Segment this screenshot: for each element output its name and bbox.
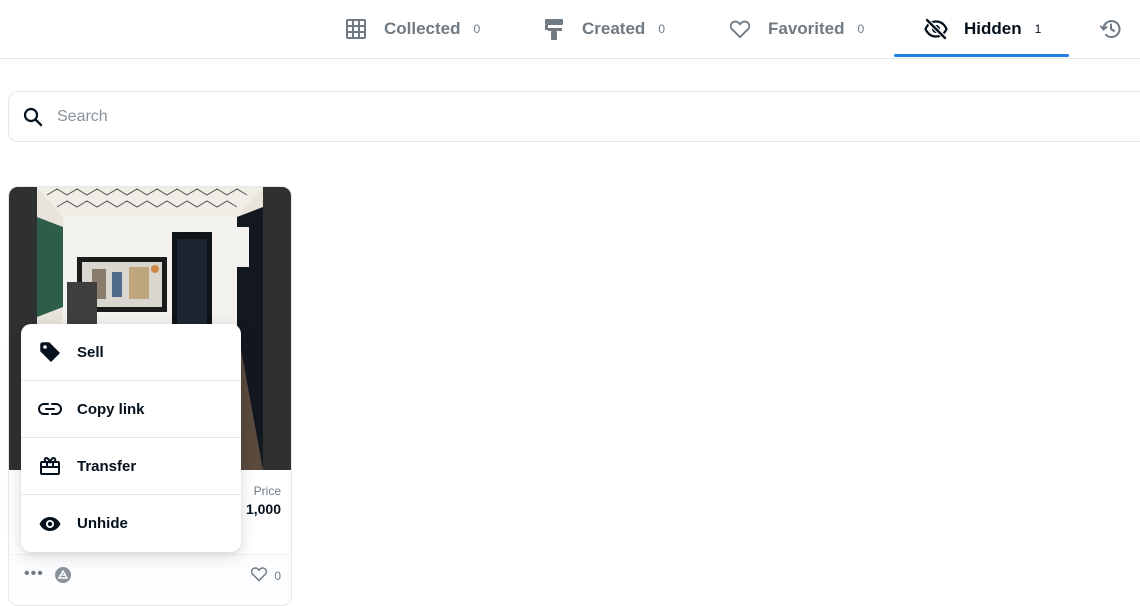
tab-label: Created <box>582 19 646 38</box>
tab-count: 0 <box>857 22 865 36</box>
profile-tabs: Collected 0 Created 0 Favorited 0 Hidden… <box>0 0 1140 59</box>
price-label: Price <box>253 484 281 498</box>
heart-icon <box>728 17 752 41</box>
tab-label: Collected <box>384 19 461 38</box>
eye-icon <box>38 512 62 536</box>
tab-activity[interactable] <box>1099 0 1123 58</box>
eye-off-icon <box>924 17 948 41</box>
gift-icon <box>38 454 62 478</box>
grid-icon <box>344 17 368 41</box>
link-icon <box>38 397 62 421</box>
tab-collected[interactable]: Collected 0 <box>344 0 480 58</box>
tab-created[interactable]: Created 0 <box>542 0 665 58</box>
tab-count: 1 <box>1034 22 1042 36</box>
tab-label: Hidden <box>964 19 1022 38</box>
menu-item-label: Copy link <box>77 400 145 418</box>
tab-count: 0 <box>473 22 481 36</box>
more-options-icon[interactable]: ••• <box>24 565 44 583</box>
tab-count: 0 <box>658 22 665 36</box>
search-bar <box>8 91 1140 142</box>
history-icon <box>1099 17 1123 41</box>
card-footer: ••• 0 <box>9 554 291 594</box>
tag-icon <box>38 340 62 364</box>
menu-item-transfer[interactable]: Transfer <box>21 438 241 495</box>
favorite-count: 0 <box>274 568 281 583</box>
tab-label: Favorited <box>768 19 845 38</box>
card-context-menu: Sell Copy link Transfer Unhide <box>21 324 241 552</box>
search-icon <box>23 106 45 128</box>
heart-icon <box>250 566 268 585</box>
menu-item-label: Sell <box>77 343 104 361</box>
search-input[interactable] <box>57 107 1057 126</box>
brush-icon <box>542 17 566 41</box>
active-tab-indicator <box>894 54 1069 57</box>
menu-item-label: Transfer <box>77 457 137 475</box>
menu-item-sell[interactable]: Sell <box>21 324 241 381</box>
tab-hidden[interactable]: Hidden 1 <box>924 0 1041 58</box>
menu-item-unhide[interactable]: Unhide <box>21 495 241 552</box>
menu-item-copy-link[interactable]: Copy link <box>21 381 241 438</box>
favorite-button[interactable]: 0 <box>250 566 281 585</box>
price-value: 1,000 <box>245 501 281 517</box>
menu-item-label: Unhide <box>77 515 128 532</box>
tab-favorited[interactable]: Favorited 0 <box>728 0 864 58</box>
chain-icon <box>54 566 72 584</box>
